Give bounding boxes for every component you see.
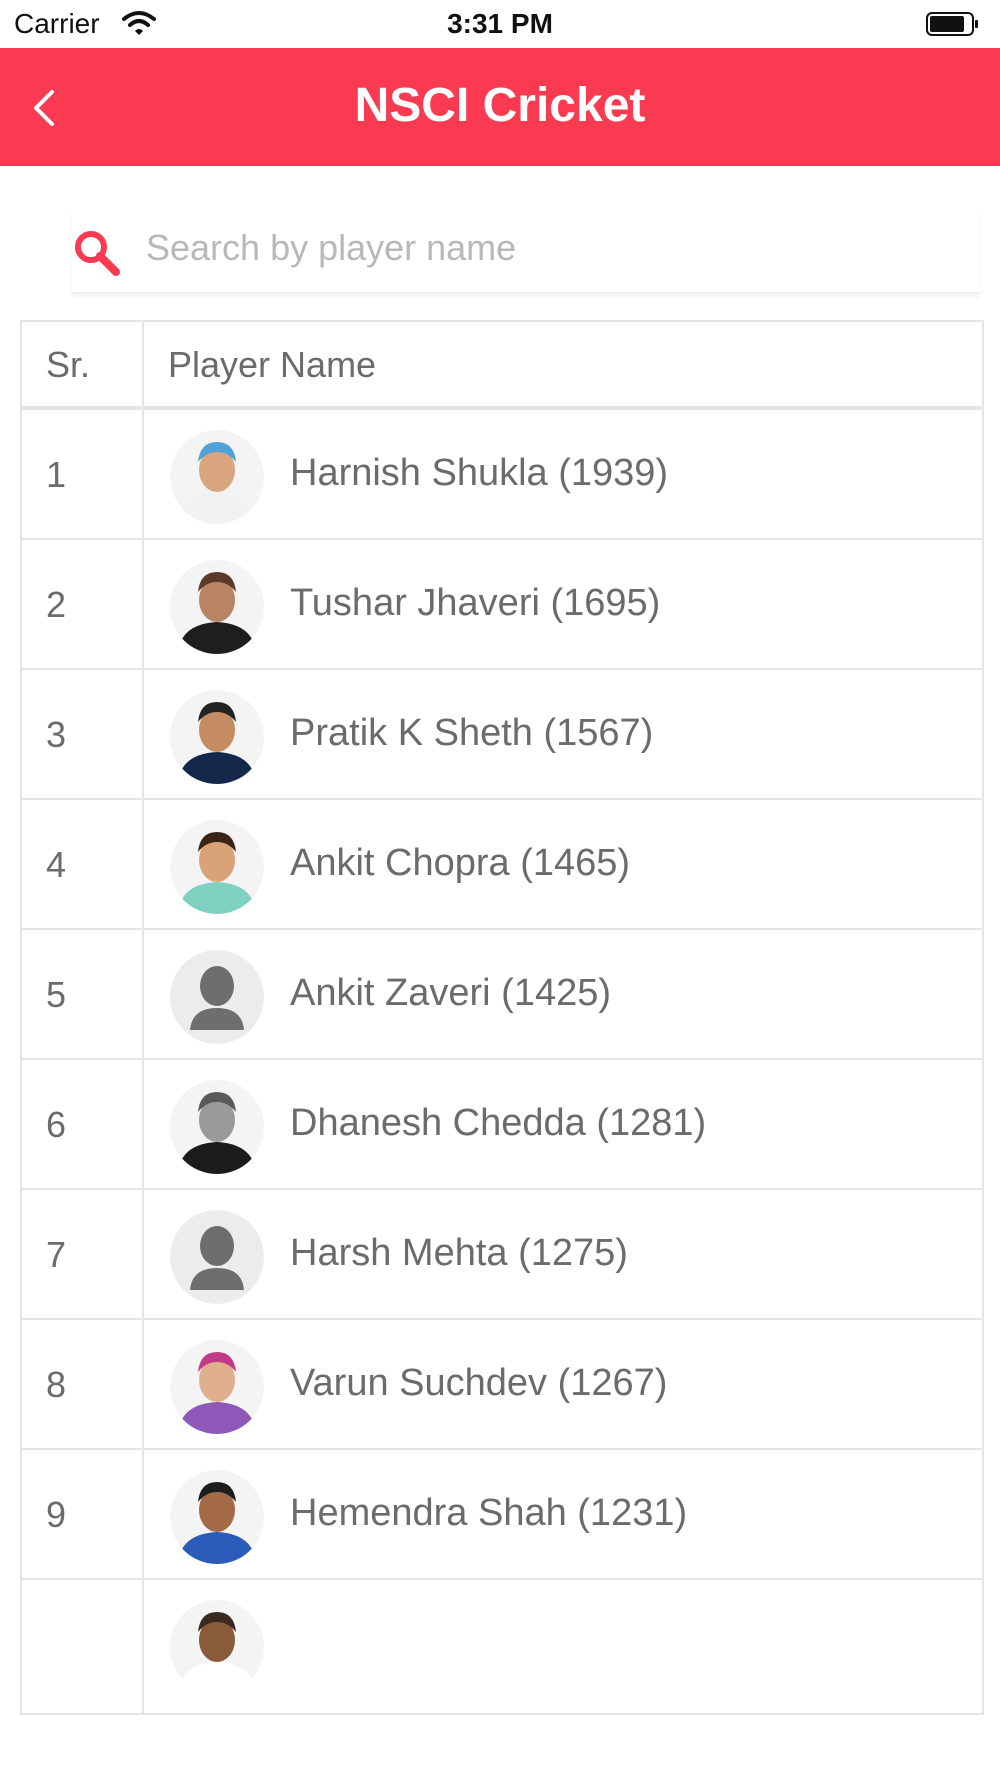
player-avatar: [170, 1080, 264, 1174]
sr-cell: 3: [22, 670, 144, 803]
player-avatar: [170, 560, 264, 654]
table-row[interactable]: 7 Harsh Mehta (1275): [20, 1188, 984, 1325]
sr-cell: 1: [22, 410, 144, 543]
user-placeholder-icon: [170, 1210, 264, 1304]
table-row[interactable]: 9 Hemendra Shah (1231): [20, 1448, 984, 1585]
player-name-cell: Harsh Mehta (1275): [144, 1190, 982, 1323]
search-icon: [75, 231, 120, 276]
player-name-cell: Harnish Shukla (1939): [144, 410, 982, 543]
user-placeholder-icon: [170, 950, 264, 1044]
player-name: Tushar Jhaveri (1695): [290, 582, 661, 624]
search-bar: [72, 208, 980, 294]
status-time: 3:31 PM: [447, 8, 553, 39]
table-header: Sr. Player Name: [20, 320, 984, 408]
sr-cell: 7: [22, 1190, 144, 1323]
sr-cell: 2: [22, 540, 144, 673]
sr-cell: 8: [22, 1320, 144, 1453]
table-row[interactable]: [20, 1578, 984, 1715]
row-sr: 8: [46, 1364, 67, 1405]
player-name-cell: Pratik K Sheth (1567): [144, 670, 982, 803]
player-avatar: [170, 1340, 264, 1434]
player-name-cell: Ankit Zaveri (1425): [144, 930, 982, 1063]
sr-cell: [22, 1580, 144, 1713]
player-name: Ankit Chopra (1465): [290, 842, 631, 884]
row-sr: 5: [46, 974, 67, 1015]
table-row[interactable]: 3 Pratik K Sheth (1567): [20, 668, 984, 805]
player-name-cell: Hemendra Shah (1231): [144, 1450, 982, 1583]
table-row[interactable]: 8 Varun Suchdev (1267): [20, 1318, 984, 1455]
player-name-cell: Ankit Chopra (1465): [144, 800, 982, 933]
row-sr: 3: [46, 714, 67, 755]
player-name: Harnish Shukla (1939): [290, 452, 669, 494]
player-name: Harsh Mehta (1275): [290, 1232, 628, 1274]
header-sr: Sr.: [46, 344, 91, 385]
player-name: Hemendra Shah (1231): [290, 1492, 688, 1534]
player-avatar: [170, 1470, 264, 1564]
row-sr: 6: [46, 1104, 67, 1145]
row-sr: 7: [46, 1234, 67, 1275]
page-title: NSCI Cricket: [354, 79, 646, 132]
player-name: Varun Suchdev (1267): [290, 1362, 668, 1404]
player-name: Dhanesh Chedda (1281): [290, 1102, 707, 1144]
table-row[interactable]: 2 Tushar Jhaveri (1695): [20, 538, 984, 675]
sr-cell: 5: [22, 930, 144, 1063]
player-name: Pratik K Sheth (1567): [290, 712, 654, 754]
row-sr: 4: [46, 844, 67, 885]
sr-cell: 6: [22, 1060, 144, 1193]
player-name-cell: [144, 1580, 982, 1713]
player-avatar: [170, 430, 264, 524]
player-avatar: [170, 1600, 264, 1694]
search-input[interactable]: [146, 218, 966, 278]
player-name-cell: Dhanesh Chedda (1281): [144, 1060, 982, 1193]
header-name-cell: Player Name: [144, 322, 982, 406]
player-name-cell: Tushar Jhaveri (1695): [144, 540, 982, 673]
player-name-cell: Varun Suchdev (1267): [144, 1320, 982, 1453]
table-row[interactable]: 5 Ankit Zaveri (1425): [20, 928, 984, 1065]
row-sr: 9: [46, 1494, 67, 1535]
battery-icon: [926, 12, 978, 36]
status-bar: Carrier 3:31 PM: [0, 0, 1000, 48]
nav-bar: NSCI Cricket: [0, 48, 1000, 166]
header-sr-cell: Sr.: [22, 322, 144, 406]
row-sr: 1: [46, 454, 67, 495]
player-avatar: [170, 820, 264, 914]
table-row[interactable]: 4 Ankit Chopra (1465): [20, 798, 984, 935]
header-player-name: Player Name: [168, 344, 377, 385]
player-avatar: [170, 690, 264, 784]
table-row[interactable]: 1 Harnish Shukla (1939): [20, 408, 984, 545]
player-name: Ankit Zaveri (1425): [290, 972, 612, 1014]
table-row[interactable]: 6 Dhanesh Chedda (1281): [20, 1058, 984, 1195]
sr-cell: 9: [22, 1450, 144, 1583]
row-sr: 2: [46, 584, 67, 625]
sr-cell: 4: [22, 800, 144, 933]
